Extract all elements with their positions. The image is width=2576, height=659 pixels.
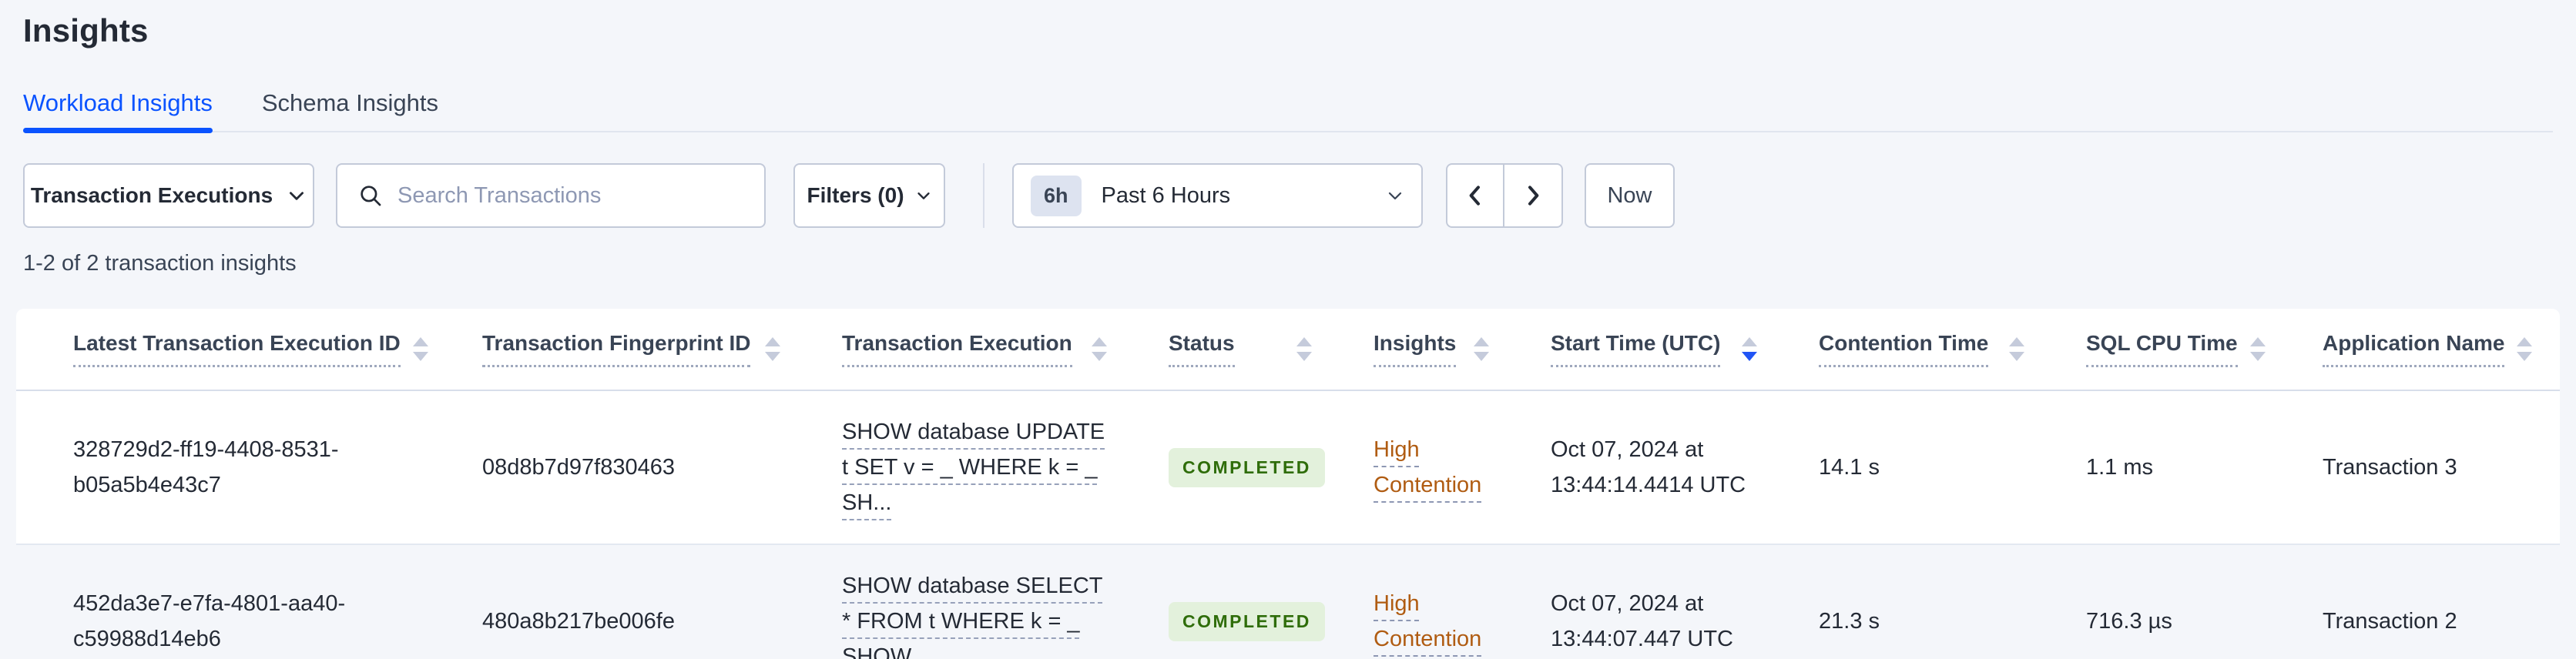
execution-type-select[interactable]: Transaction Executions: [23, 163, 314, 228]
chevron-down-icon: [1386, 186, 1404, 205]
filters-button-label: Filters (0): [807, 183, 904, 207]
high-contention-link[interactable]: High Contention: [1374, 437, 1481, 497]
toolbar: Transaction Executions Filters (0) 6h Pa…: [23, 163, 2553, 228]
toolbar-divider: [983, 163, 984, 228]
status-cell: COMPLETED: [1169, 390, 1374, 545]
contention-time-cell: 14.1 s: [1819, 390, 2086, 545]
sort-desc-icon: [1729, 337, 1757, 361]
chevron-left-icon: [1463, 183, 1488, 208]
sql-cpu-time-cell: 716.3 µs: [2086, 544, 2323, 659]
status-badge: COMPLETED: [1169, 447, 1325, 487]
sort-icon: [401, 337, 428, 361]
column-header-contention-time[interactable]: Contention Time: [1819, 309, 2086, 391]
transaction-execution-link[interactable]: SHOW database UPDATE t SET v = _ WHERE k…: [842, 420, 1105, 515]
column-header-status[interactable]: Status: [1169, 309, 1374, 391]
search-icon: [357, 182, 384, 209]
column-header-transaction-execution[interactable]: Transaction Execution: [842, 309, 1169, 391]
sort-icon: [1079, 337, 1107, 361]
previous-time-range-button[interactable]: [1447, 165, 1504, 226]
status-cell: COMPLETED: [1169, 544, 1374, 659]
column-header-transaction-fingerprint-id[interactable]: Transaction Fingerprint ID: [482, 309, 842, 391]
start-time-cell: Oct 07, 2024 at 13:44:07.447 UTC: [1551, 544, 1819, 659]
sort-icon: [2238, 337, 2266, 361]
chevron-down-icon: [287, 186, 307, 206]
column-header-insights[interactable]: Insights: [1374, 309, 1551, 391]
column-header-application-name[interactable]: Application Name: [2323, 309, 2560, 391]
column-header-sql-cpu-time[interactable]: SQL CPU Time: [2086, 309, 2323, 391]
insights-page: Insights Workload Insights Schema Insigh…: [0, 0, 2576, 659]
tab-bar: Workload Insights Schema Insights: [23, 89, 2553, 133]
column-header-latest-transaction-execution-id[interactable]: Latest Transaction Execution ID: [16, 309, 482, 391]
chevron-down-icon: [915, 187, 932, 204]
fingerprint-id-cell: 480a8b217be006fe: [482, 544, 842, 659]
insights-table-card: Latest Transaction Execution ID Transact…: [16, 309, 2560, 659]
sql-cpu-time-cell: 1.1 ms: [2086, 390, 2323, 545]
time-range-picker[interactable]: 6h Past 6 Hours: [1012, 163, 1423, 228]
table-row: 328729d2-ff19-4408-8531-b05a5b4e43c7 08d…: [16, 390, 2560, 545]
insights-cell: High Contention: [1374, 390, 1551, 545]
insights-cell: High Contention: [1374, 544, 1551, 659]
time-range-badge: 6h: [1031, 175, 1082, 216]
tab-schema-insights[interactable]: Schema Insights: [262, 89, 438, 131]
sort-icon: [1284, 337, 1312, 361]
sort-icon: [1997, 337, 2024, 361]
table-row: 452da3e7-e7fa-4801-aa40-c59988d14eb6 480…: [16, 544, 2560, 659]
sort-icon: [1461, 337, 1489, 361]
now-button[interactable]: Now: [1585, 163, 1675, 228]
contention-time-cell: 21.3 s: [1819, 544, 2086, 659]
application-name-cell: Transaction 3: [2323, 390, 2560, 545]
search-input[interactable]: [397, 182, 744, 209]
results-count: 1-2 of 2 transaction insights: [23, 251, 297, 276]
transaction-insights-table: Latest Transaction Execution ID Transact…: [16, 309, 2560, 659]
start-time-cell: Oct 07, 2024 at 13:44:14.4414 UTC: [1551, 390, 1819, 545]
time-range-step-group: [1446, 163, 1563, 228]
transaction-execution-link[interactable]: SHOW database SELECT * FROM t WHERE k = …: [842, 574, 1102, 659]
execution-type-select-label: Transaction Executions: [30, 183, 273, 207]
tab-workload-insights[interactable]: Workload Insights: [23, 89, 213, 133]
transaction-execution-cell: SHOW database UPDATE t SET v = _ WHERE k…: [842, 390, 1169, 545]
sort-icon: [753, 337, 780, 361]
search-box[interactable]: [336, 163, 766, 228]
status-badge: COMPLETED: [1169, 601, 1325, 641]
transaction-execution-cell: SHOW database SELECT * FROM t WHERE k = …: [842, 544, 1169, 659]
sort-icon: [2504, 337, 2533, 361]
latest-execution-id-cell: 328729d2-ff19-4408-8531-b05a5b4e43c7: [16, 390, 482, 545]
page-title: Insights: [23, 12, 149, 49]
fingerprint-id-cell: 08d8b7d97f830463: [482, 390, 842, 545]
time-range-label: Past 6 Hours: [1101, 182, 1231, 208]
table-header-row: Latest Transaction Execution ID Transact…: [16, 309, 2560, 391]
application-name-cell: Transaction 2: [2323, 544, 2560, 659]
high-contention-link[interactable]: High Contention: [1374, 591, 1481, 651]
column-header-start-time[interactable]: Start Time (UTC): [1551, 309, 1819, 391]
chevron-right-icon: [1521, 183, 1545, 208]
latest-execution-id-cell: 452da3e7-e7fa-4801-aa40-c59988d14eb6: [16, 544, 482, 659]
next-time-range-button[interactable]: [1504, 165, 1561, 226]
filters-button[interactable]: Filters (0): [793, 163, 945, 228]
now-button-label: Now: [1607, 182, 1652, 208]
